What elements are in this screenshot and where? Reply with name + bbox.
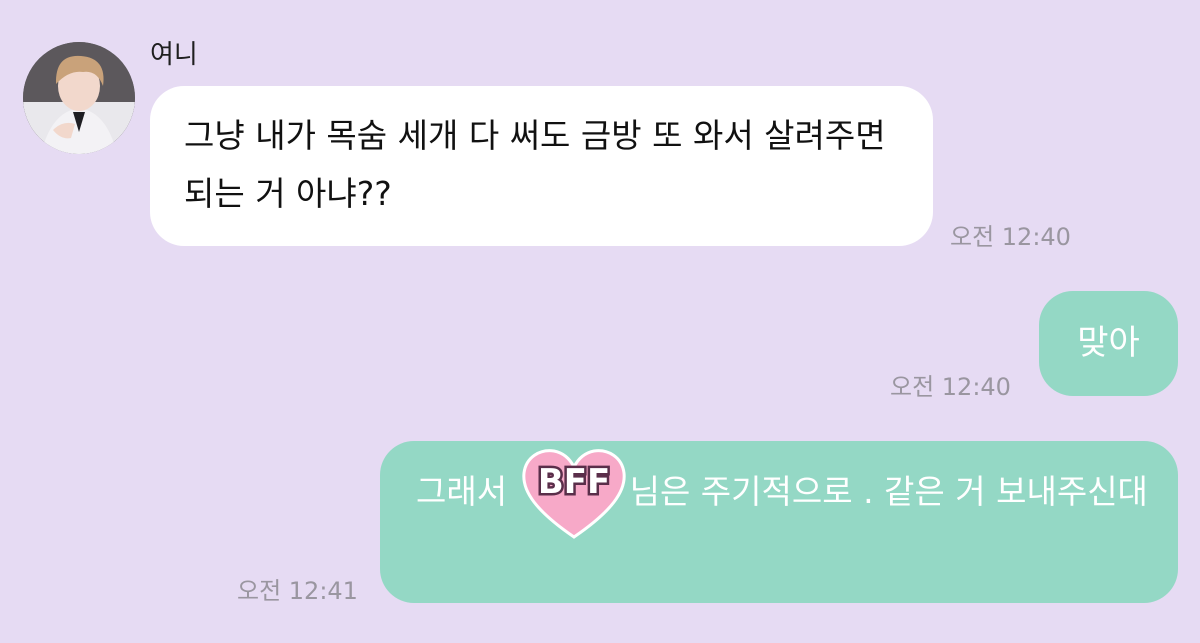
message-timestamp: 오전 12:40 (950, 223, 1071, 251)
bff-heart-sticker-icon: BFF (518, 447, 630, 541)
message-text-after: 님은 주기적으로 . 같은 거 보내주신대 (629, 472, 1148, 511)
sticker-label: BFF (537, 462, 609, 502)
message-text: 그냥 내가 목숨 세개 다 써도 금방 또 와서 살려주면 되는 거 아냐?? (184, 116, 886, 213)
contact-name: 여니 (150, 40, 198, 70)
outgoing-message-bubble[interactable]: 맞아 (1039, 291, 1178, 396)
message-text-before: 그래서 (416, 472, 518, 511)
message-timestamp: 오전 12:41 (237, 577, 358, 605)
message-text: 맞아 (1077, 323, 1140, 363)
outgoing-message-bubble[interactable]: 그래서 BFF 님은 주기적으로 . 같은 거 보내주신대 (380, 441, 1178, 603)
message-timestamp: 오전 12:40 (890, 373, 1011, 401)
incoming-message-bubble[interactable]: 그냥 내가 목숨 세개 다 써도 금방 또 와서 살려주면 되는 거 아냐?? (150, 86, 933, 246)
avatar-photo-icon (23, 42, 135, 154)
contact-avatar[interactable] (23, 42, 135, 154)
